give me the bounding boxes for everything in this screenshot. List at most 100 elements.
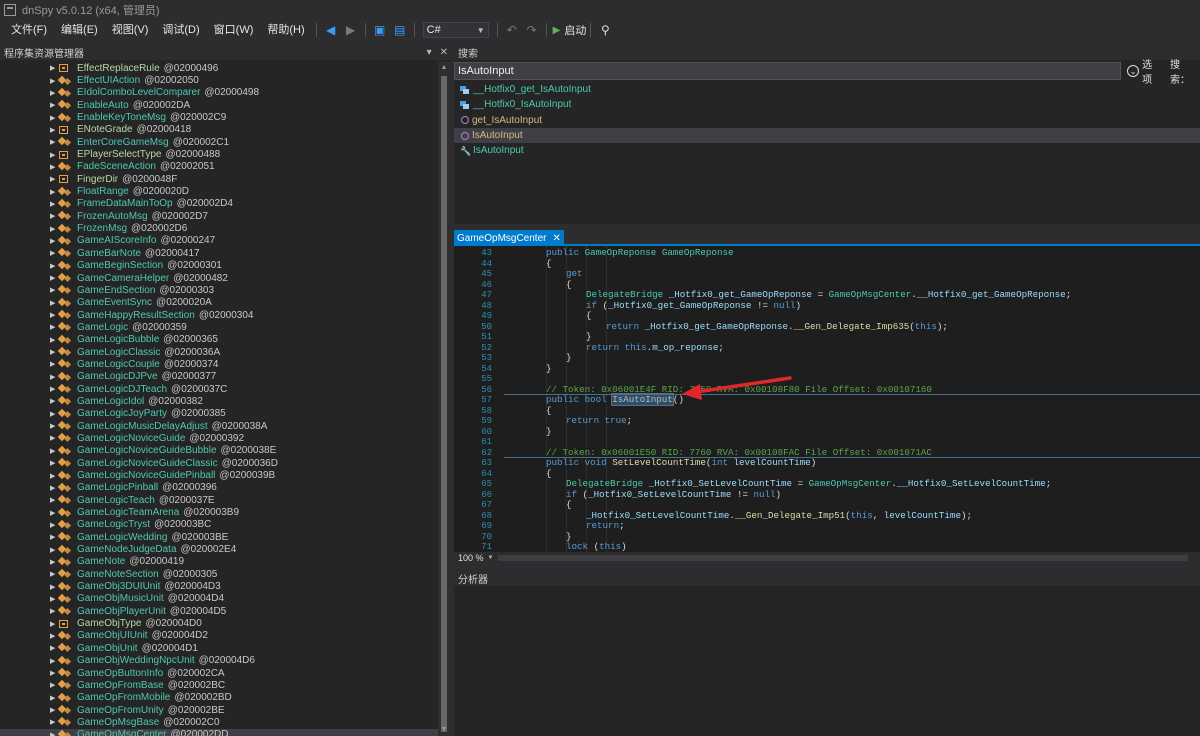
- expand-icon[interactable]: ▶: [50, 138, 56, 146]
- expand-icon[interactable]: ▶: [50, 410, 56, 418]
- expand-icon[interactable]: ▶: [50, 249, 56, 257]
- tree-item[interactable]: ▶ GameOpButtonInfo @020002CA: [0, 667, 438, 679]
- tree-item[interactable]: ▶ EnableAuto @020002DA: [0, 99, 438, 111]
- tree-scrollbar[interactable]: ▲ ▼: [438, 62, 450, 736]
- code-line[interactable]: 43 public GameOpReponse GameOpReponse: [454, 247, 1200, 259]
- expand-icon[interactable]: ▶: [50, 718, 56, 726]
- tree-list[interactable]: ▶ EffectReplaceRule @02000496 ▶ EffectUIActi…: [0, 62, 438, 736]
- expand-icon[interactable]: ▶: [50, 558, 56, 566]
- code-line[interactable]: 48 if (_Hotfix0_get_GameOpReponse != null…: [454, 300, 1200, 312]
- code-line[interactable]: 71 lock (this): [454, 541, 1200, 552]
- start-debug-button[interactable]: ▶ 启动: [553, 22, 587, 38]
- tree-item[interactable]: ▶ GameLogicNoviceGuideBubble @0200038E: [0, 445, 438, 457]
- code-editor[interactable]: 43 public GameOpReponse GameOpReponse 44 {4…: [454, 246, 1200, 552]
- menu-view[interactable]: 视图(V): [105, 20, 156, 40]
- scroll-up-icon[interactable]: ▲: [438, 62, 450, 74]
- scroll-down-icon[interactable]: ▼: [438, 724, 450, 736]
- expand-icon[interactable]: ▶: [50, 262, 56, 270]
- expand-icon[interactable]: ▶: [50, 681, 56, 689]
- tree-item[interactable]: ▶ EnterCoreGameMsg @020002C1: [0, 136, 438, 148]
- language-select[interactable]: C# ▼: [422, 22, 489, 38]
- tree-item[interactable]: ▶ GameBarNote @02000417: [0, 247, 438, 259]
- tree-item[interactable]: ▶ GameLogicNoviceGuidePinball @0200039B: [0, 469, 438, 481]
- tree-item[interactable]: ▶ GameObjPlayerUnit @020004D5: [0, 605, 438, 617]
- tree-item[interactable]: ▶ GameNodeJudgeData @020002E4: [0, 543, 438, 555]
- close-icon[interactable]: ✕: [552, 233, 560, 244]
- search-result-item[interactable]: get_IsAutoInput: [454, 113, 1200, 128]
- tree-item[interactable]: ▶ GameObjType @020004D0: [0, 617, 438, 629]
- tree-item[interactable]: ▶ FrozenMsg @020002D6: [0, 222, 438, 234]
- expand-icon[interactable]: ▶: [50, 175, 56, 183]
- expand-icon[interactable]: ▶: [50, 237, 56, 245]
- expand-icon[interactable]: ▶: [50, 706, 56, 714]
- tree-item[interactable]: ▶ GameLogicNoviceGuide @02000392: [0, 432, 438, 444]
- tree-item[interactable]: ▶ GameOpMsgBase @020002C0: [0, 716, 438, 728]
- tree-item[interactable]: ▶ GameLogicMusicDelayAdjust @0200038A: [0, 420, 438, 432]
- tree-item[interactable]: ▶ GameObjUnit @020004D1: [0, 642, 438, 654]
- expand-icon[interactable]: ▶: [50, 546, 56, 554]
- expand-icon[interactable]: ▶: [50, 459, 56, 467]
- expand-icon[interactable]: ▶: [50, 657, 56, 665]
- expand-icon[interactable]: ▶: [50, 632, 56, 640]
- expand-icon[interactable]: ▶: [50, 274, 56, 282]
- tree-item[interactable]: ▶ FrameDataMainToOp @020002D4: [0, 198, 438, 210]
- menu-file[interactable]: 文件(F): [4, 20, 54, 40]
- horizontal-scrollbar[interactable]: [498, 555, 1188, 561]
- redo-icon[interactable]: ↷: [524, 22, 540, 38]
- code-line[interactable]: 47 DelegateBridge _Hotfix0_get_GameOpRepo…: [454, 289, 1200, 301]
- expand-icon[interactable]: ▶: [50, 286, 56, 294]
- menu-help[interactable]: 帮助(H): [260, 20, 311, 40]
- expand-icon[interactable]: ▶: [50, 101, 56, 109]
- tree-item[interactable]: ▶ GameLogicDJPve @02000377: [0, 371, 438, 383]
- expand-icon[interactable]: ▶: [50, 336, 56, 344]
- tree-item[interactable]: ▶ GameOpFromBase @020002BC: [0, 679, 438, 691]
- tree-item[interactable]: ▶ GameLogicTryst @020003BC: [0, 519, 438, 531]
- open-file-icon[interactable]: ▣: [372, 22, 388, 38]
- tree-item[interactable]: ▶ GameCameraHelper @02000482: [0, 272, 438, 284]
- tree-item[interactable]: ▶ FrozenAutoMsg @020002D7: [0, 210, 438, 222]
- tree-item[interactable]: ▶ GameNoteSection @02000305: [0, 568, 438, 580]
- code-line[interactable]: 59 return true;: [454, 415, 1200, 427]
- expand-icon[interactable]: ▶: [50, 212, 56, 220]
- expand-icon[interactable]: ▶: [50, 311, 56, 319]
- expand-icon[interactable]: ▶: [50, 163, 56, 171]
- tree-item[interactable]: ▶ GameOpFromMobile @020002BD: [0, 692, 438, 704]
- tree-item[interactable]: ▶ GameEventSync @0200020A: [0, 297, 438, 309]
- tree-item[interactable]: ▶ GameOpFromUnity @020002BE: [0, 704, 438, 716]
- tree-item[interactable]: ▶ FloatRange @0200020D: [0, 185, 438, 197]
- expand-icon[interactable]: ▶: [50, 472, 56, 480]
- menu-debug[interactable]: 调试(D): [155, 20, 206, 40]
- expand-icon[interactable]: ▶: [50, 447, 56, 455]
- expand-icon[interactable]: ▶: [50, 595, 56, 603]
- expand-icon[interactable]: ▶: [50, 360, 56, 368]
- expand-icon[interactable]: ▶: [50, 64, 56, 72]
- tree-item[interactable]: ▶ GameBeginSection @02000301: [0, 260, 438, 272]
- tree-item[interactable]: ▶ GameLogic @02000359: [0, 321, 438, 333]
- expand-icon[interactable]: ▶: [50, 385, 56, 393]
- code-line[interactable]: 60}: [454, 426, 1200, 438]
- code-line[interactable]: 57 public bool IsAutoInput(): [454, 393, 1200, 406]
- expand-icon[interactable]: ▶: [50, 77, 56, 85]
- expand-icon[interactable]: ▶: [50, 373, 56, 381]
- tree-item[interactable]: ▶ GameAIScoreInfo @02000247: [0, 235, 438, 247]
- chevron-down-icon[interactable]: ⌄: [1127, 65, 1140, 77]
- tree-item[interactable]: ▶ GameLogicIdol @02000382: [0, 395, 438, 407]
- tree-item[interactable]: ▶ GameLogicPinball @02000396: [0, 482, 438, 494]
- tree-item[interactable]: ▶ GameObj3DUIUnit @020004D3: [0, 580, 438, 592]
- code-line[interactable]: 68 _Hotfix0_SetLevelCountTime.__Gen_Deleg…: [454, 510, 1200, 522]
- expand-icon[interactable]: ▶: [50, 669, 56, 677]
- expand-icon[interactable]: ▶: [50, 348, 56, 356]
- tree-item[interactable]: ▶ GameLogicNoviceGuideClassic @0200036D: [0, 457, 438, 469]
- tree-item[interactable]: ▶ GameLogicTeach @0200037E: [0, 494, 438, 506]
- close-icon[interactable]: ✕: [440, 47, 448, 58]
- tree-item[interactable]: ▶ GameLogicWedding @020003BE: [0, 531, 438, 543]
- expand-icon[interactable]: ▶: [50, 484, 56, 492]
- tree-item[interactable]: ▶ FadeSceneAction @02002051: [0, 161, 438, 173]
- expand-icon[interactable]: ▶: [50, 397, 56, 405]
- expand-icon[interactable]: ▶: [50, 533, 56, 541]
- search-result-item[interactable]: __Hotfix0_IsAutoInput: [454, 97, 1200, 112]
- dropdown-icon[interactable]: ▾: [427, 47, 432, 58]
- search-icon[interactable]: ⚲: [597, 22, 613, 38]
- expand-icon[interactable]: ▶: [50, 200, 56, 208]
- expand-icon[interactable]: ▶: [50, 521, 56, 529]
